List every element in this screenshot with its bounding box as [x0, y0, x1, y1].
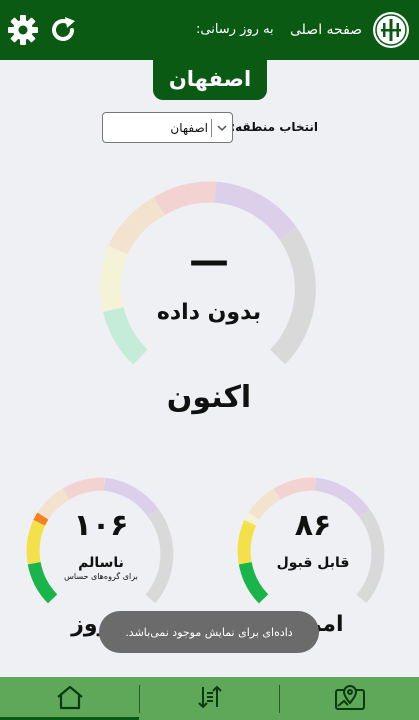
- bottom-nav: [0, 677, 419, 720]
- toast-message: داده‌ای برای نمایش موجود نمی‌باشد.: [99, 611, 319, 653]
- sort-arrows-icon: [194, 683, 226, 715]
- today-aqi-value: ۸۶: [294, 508, 332, 543]
- today-aqi-status: قابل قبول: [276, 555, 350, 571]
- map-pin-icon: [333, 682, 367, 716]
- home-icon: [55, 684, 85, 714]
- gauge-arc-good: [238, 561, 269, 604]
- gauge-arc-moderate: [237, 520, 257, 565]
- nav-home-button[interactable]: [0, 677, 139, 720]
- nav-map-button[interactable]: [280, 677, 419, 720]
- gauge-arc-unhealthy: [273, 477, 316, 500]
- gauge-arc-moderate-faded: [244, 512, 260, 526]
- nav-sort-button[interactable]: [140, 677, 279, 720]
- gauge-arc-hazardous: [356, 509, 385, 604]
